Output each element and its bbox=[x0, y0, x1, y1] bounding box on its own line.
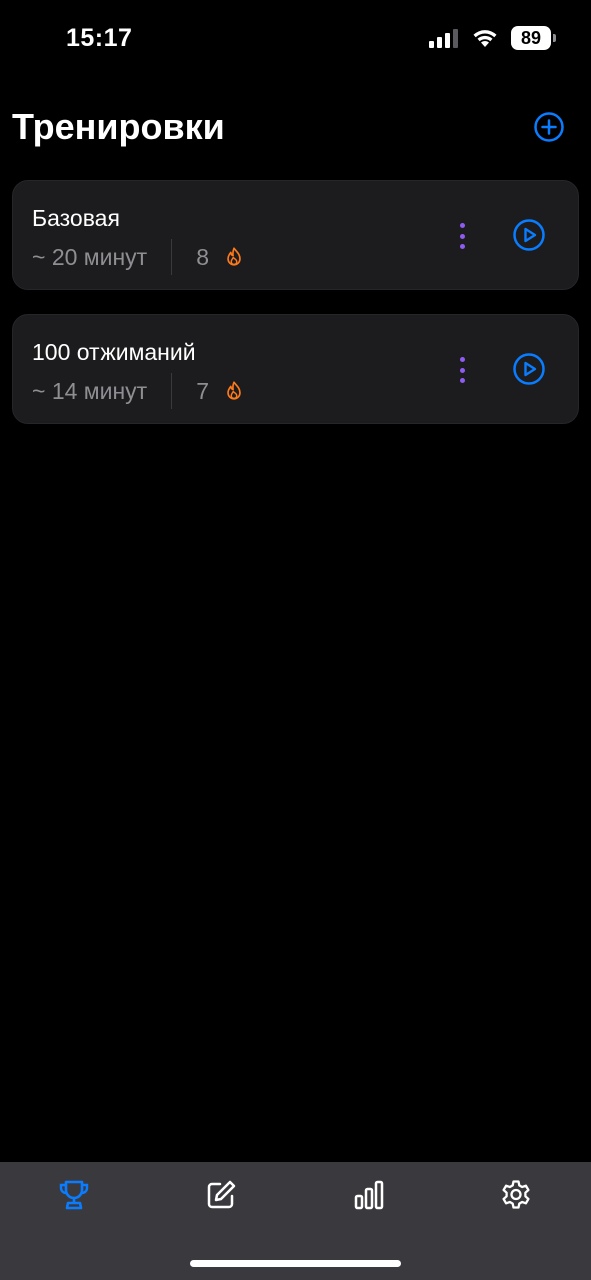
tab-bar bbox=[0, 1162, 591, 1280]
wifi-icon bbox=[473, 30, 497, 47]
dot bbox=[459, 357, 465, 362]
workouts-screen: 15:17 89 Тренировки Базовая ~ 20 минут 8… bbox=[0, 0, 591, 1280]
dot bbox=[459, 244, 465, 249]
workout-meta: ~ 14 минут 7 bbox=[32, 373, 245, 409]
tab-edit[interactable] bbox=[200, 1174, 242, 1216]
meta-divider bbox=[171, 373, 173, 409]
cellular-signal-icon bbox=[429, 29, 458, 48]
play-workout-button[interactable] bbox=[512, 218, 546, 252]
battery-icon: 89 bbox=[511, 26, 556, 50]
tab-workouts[interactable] bbox=[53, 1174, 95, 1216]
more-options-button[interactable] bbox=[450, 353, 474, 387]
settings-icon bbox=[502, 1180, 530, 1209]
fire-icon bbox=[227, 381, 241, 400]
workout-exercise-count: 8 bbox=[196, 243, 209, 270]
workout-duration: ~ 20 минут bbox=[32, 243, 148, 270]
workout-title: 100 отжиманий bbox=[32, 339, 196, 365]
trophy-icon bbox=[59, 1180, 89, 1210]
more-options-button[interactable] bbox=[450, 219, 474, 253]
page-header: Тренировки bbox=[12, 100, 579, 156]
home-indicator[interactable] bbox=[190, 1260, 401, 1267]
fire-icon bbox=[227, 247, 241, 266]
meta-divider bbox=[171, 239, 173, 275]
add-workout-button[interactable] bbox=[533, 111, 565, 143]
dot bbox=[459, 233, 465, 239]
edit-icon bbox=[207, 1180, 236, 1209]
workout-card[interactable]: 100 отжиманий ~ 14 минут 7 bbox=[12, 314, 579, 424]
dot bbox=[459, 367, 465, 373]
workout-title: Базовая bbox=[32, 205, 120, 231]
status-indicators: 89 bbox=[429, 26, 556, 50]
dot bbox=[459, 223, 465, 228]
status-time: 15:17 bbox=[66, 24, 133, 52]
page-title: Тренировки bbox=[12, 106, 225, 147]
play-workout-button[interactable] bbox=[512, 352, 546, 386]
workout-exercise-count: 7 bbox=[196, 377, 209, 404]
dot bbox=[459, 378, 465, 383]
tab-settings[interactable] bbox=[495, 1174, 537, 1216]
stats-icon bbox=[354, 1180, 384, 1210]
workout-meta: ~ 20 минут 8 bbox=[32, 239, 245, 275]
workout-card[interactable]: Базовая ~ 20 минут 8 bbox=[12, 180, 579, 290]
workout-duration: ~ 14 минут bbox=[32, 377, 148, 404]
status-bar: 15:17 89 bbox=[0, 0, 591, 80]
tab-statistics[interactable] bbox=[348, 1174, 390, 1216]
